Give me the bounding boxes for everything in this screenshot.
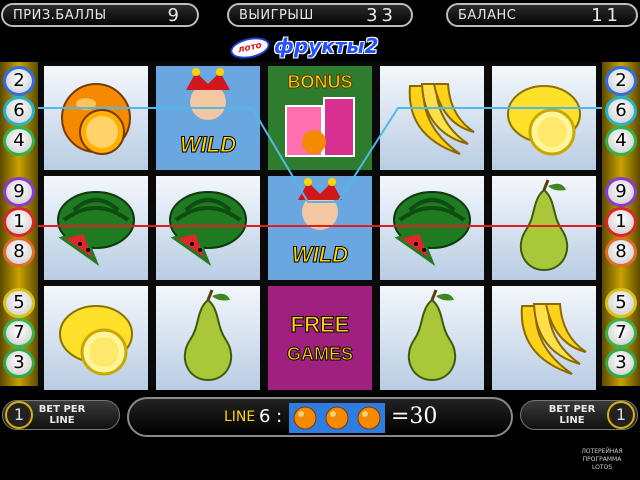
win-label: ВЫИГРЫШ — [239, 8, 314, 23]
loto-badge: лото — [228, 34, 272, 62]
prize-points-display: ПРИЗ.БАЛЛЫ 9 — [1, 3, 199, 27]
bet-per-line-label-right: BET PER LINE — [547, 404, 597, 426]
left-payline-badge-2: 2 — [3, 66, 35, 96]
right-payline-column: 264 918 573 — [602, 62, 640, 386]
logo-title: фрукты2 — [274, 34, 379, 58]
right-payline-badge-8: 8 — [605, 237, 637, 267]
left-payline-badge-6: 6 — [3, 96, 35, 126]
left-payline-badge-8: 8 — [3, 237, 35, 267]
left-payline-badge-3: 3 — [3, 348, 35, 378]
right-payline-badge-3: 3 — [605, 348, 637, 378]
win-display: ВЫИГРЫШ 33 — [227, 3, 413, 27]
balance-value: 11 — [591, 5, 622, 26]
line-win-panel: LINE 6 : =30 — [127, 397, 513, 437]
left-payline-badge-9: 9 — [3, 177, 35, 207]
brand-line-3: LOTOS — [591, 464, 613, 471]
brand-line-2: ПРОГРАММА — [582, 456, 622, 463]
win-value: 33 — [366, 5, 397, 26]
line-win-label: LINE — [224, 409, 256, 425]
bet-per-line-label-left: BET PER LINE — [37, 404, 87, 426]
balance-display: БАЛАНС 11 — [446, 3, 638, 27]
left-payline-badge-7: 7 — [3, 318, 35, 348]
line-win-symbols — [289, 403, 385, 433]
right-payline-badge-9: 9 — [605, 177, 637, 207]
line-win-amount: =30 — [391, 404, 438, 429]
right-payline-badge-5: 5 — [605, 288, 637, 318]
left-payline-badge-5: 5 — [3, 288, 35, 318]
lotos-brand: ЛОТЕРЕЙНАЯ ПРОГРАММА LOTOS — [572, 448, 632, 472]
bet-left-value[interactable]: 1 — [5, 401, 33, 429]
bet-per-line-left[interactable]: 1 BET PER LINE — [2, 400, 120, 430]
bet-per-label: BET PER — [38, 404, 86, 415]
prize-points-label: ПРИЗ.БАЛЛЫ — [13, 8, 107, 23]
line-label: LINE — [49, 415, 75, 426]
line-label: LINE — [559, 415, 585, 426]
brand-line-1: ЛОТЕРЕЙНАЯ — [581, 448, 623, 455]
bet-per-line-right[interactable]: BET PER LINE 1 — [520, 400, 638, 430]
prize-points-value: 9 — [167, 5, 183, 26]
paylines-overlay — [38, 107, 602, 227]
right-payline-badge-1: 1 — [605, 207, 637, 237]
line-win-number: 6 : — [259, 406, 283, 427]
top-bar: ПРИЗ.БАЛЛЫ 9 ВЫИГРЫШ 33 БАЛАНС 11 — [0, 0, 640, 30]
orange-icon — [293, 406, 381, 430]
payline-6 — [38, 107, 602, 203]
game-logo: лото фрукты2 — [228, 32, 410, 62]
left-payline-badge-4: 4 — [3, 126, 35, 156]
bet-per-label: BET PER — [548, 404, 596, 415]
right-payline-badge-2: 2 — [605, 66, 637, 96]
right-payline-badge-6: 6 — [605, 96, 637, 126]
right-payline-badge-7: 7 — [605, 318, 637, 348]
left-payline-column: 264 918 573 — [0, 62, 38, 386]
left-payline-badge-1: 1 — [3, 207, 35, 237]
reels-area: WILD BONUS WILD FREE GAMES — [38, 62, 602, 390]
balance-label: БАЛАНС — [458, 8, 517, 23]
right-payline-badge-4: 4 — [605, 126, 637, 156]
bet-right-value[interactable]: 1 — [607, 401, 635, 429]
